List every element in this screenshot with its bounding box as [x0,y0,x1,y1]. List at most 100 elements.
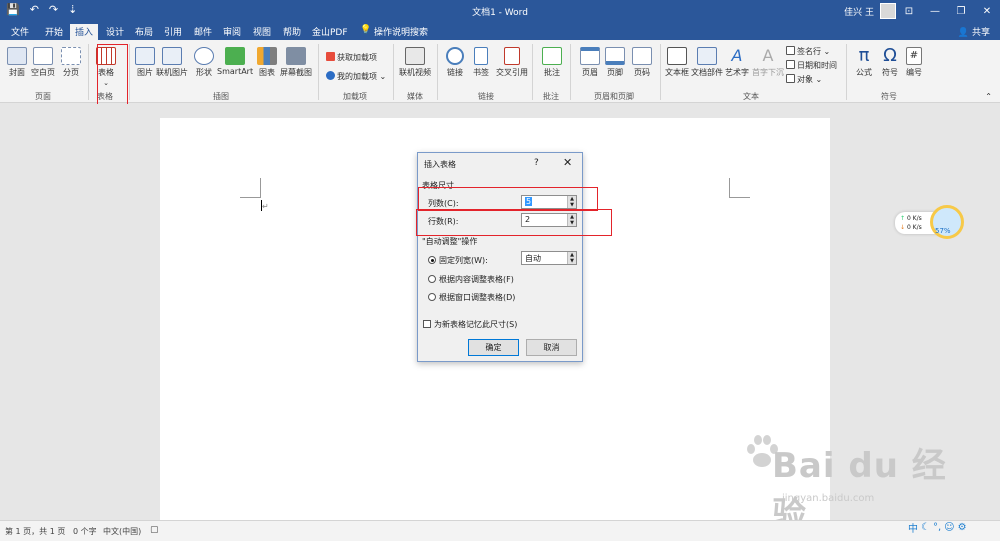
group-label-addins: 加载项 [343,92,367,101]
get-addins-button[interactable]: 获取加载项 [326,52,377,63]
online-pictures-button[interactable]: 联机图片 [156,47,188,78]
group-separator [129,44,130,100]
group-separator [437,44,438,100]
group-label-links: 链接 [478,92,494,101]
margin-corner-mark [729,178,730,198]
wordart-button[interactable]: A 艺术字 [725,47,749,78]
group-label-comments: 批注 [543,92,559,101]
group-label-pages: 页面 [35,92,51,101]
network-speed-widget[interactable]: ↑ 0 K/s ↓ 0 K/s 57% [895,205,970,240]
tab-home[interactable]: 开始 [45,25,63,38]
symbol-button[interactable]: Ω 符号 [880,47,900,78]
shapes-button[interactable]: 形状 [194,47,214,78]
cover-page-button[interactable]: 封面 [7,47,27,78]
help-button[interactable]: ? [534,158,539,168]
title-bar: 💾 ↶ ↷ ⇣ 文档1 - Word 佳兴 王 ⊡ — ❐ ✕ [0,0,1000,22]
drop-cap-button[interactable]: A 首字下沉 [752,47,784,78]
fixed-width-spinner[interactable]: 自动 ▲ ▼ [521,251,577,265]
autofit-window-radio[interactable]: 根据窗口调整表格(D) [428,292,515,303]
chart-icon [257,47,277,65]
tab-file[interactable]: 文件 [11,25,29,38]
chart-button[interactable]: 图表 [257,47,277,78]
macro-record-icon[interactable]: ▢ [150,525,159,535]
minimize-button[interactable]: — [922,0,948,22]
quick-parts-button[interactable]: 文档部件 [691,47,723,78]
page-number-button[interactable]: 页码 [632,47,652,78]
tab-mailings[interactable]: 邮件 [194,25,212,38]
close-button[interactable]: ✕ [974,0,1000,22]
comment-button[interactable]: 批注 [542,47,562,78]
group-label-symbols: 符号 [881,92,897,101]
smartart-button[interactable]: SmartArt [217,47,253,76]
text-box-icon [667,47,687,65]
pictures-button[interactable]: 图片 [135,47,155,78]
word-count[interactable]: 0 个字 [73,526,97,537]
signature-line-button[interactable]: 签名行 ⌄ [786,46,830,57]
page-count[interactable]: 第 1 页，共 1 页 [5,526,65,537]
signature-icon [786,46,795,55]
hash-icon: # [906,47,922,65]
dialog-close-button[interactable]: ✕ [563,156,572,169]
download-speed: 0 K/s [906,224,922,231]
margin-corner-mark [260,178,261,198]
tab-layout[interactable]: 布局 [135,25,153,38]
page-number-icon [632,47,652,65]
insert-table-dialog: 插入表格 ? ✕ 表格尺寸 列数(C): 5 ▲ ▼ 行数(R): 2 ▲ ▼ "自动调… [417,152,583,362]
watermark-url: jingyan.baidu.com [782,493,875,504]
group-separator [393,44,394,100]
tab-references[interactable]: 引用 [164,25,182,38]
header-button[interactable]: 页眉 [580,47,600,78]
page-break-icon [61,47,81,65]
language-indicator[interactable]: 中文(中国) [103,526,141,537]
footer-button[interactable]: 页脚 [605,47,625,78]
link-button[interactable]: 链接 [446,47,464,78]
avatar[interactable] [880,3,896,19]
moon-icon[interactable]: ☾ [921,522,930,533]
memory-percent: 57% [935,227,951,235]
tab-insert[interactable]: 插入 [70,24,99,40]
bookmark-button[interactable]: 书签 [473,47,489,78]
video-icon [405,47,425,65]
spinner-arrows-icon[interactable]: ▲ ▼ [567,252,576,264]
tab-design[interactable]: 设计 [106,25,124,38]
tab-kingsoft-pdf[interactable]: 金山PDF [312,25,348,38]
screenshot-button[interactable]: 屏幕截图 [280,47,312,78]
autofit-section-label: "自动调整"操作 [422,237,478,246]
user-name[interactable]: 佳兴 王 [844,5,874,18]
cross-reference-button[interactable]: 交叉引用 [496,47,528,78]
group-separator [318,44,319,100]
blank-page-button[interactable]: 空白页 [31,47,55,78]
ime-chinese-indicator[interactable]: 中 [908,520,918,535]
punctuation-icon[interactable]: °, [933,522,941,533]
tell-me-search[interactable]: 操作说明搜索 [374,25,428,38]
share-button[interactable]: 👤 共享 [958,25,990,38]
number-button[interactable]: # 编号 [906,47,922,78]
group-label-text: 文本 [743,92,759,101]
ok-button[interactable]: 确定 [468,339,519,356]
collapse-ribbon-icon[interactable]: ⌃ [985,92,992,101]
tab-view[interactable]: 视图 [253,25,271,38]
page-break-button[interactable]: 分页 [61,47,81,78]
share-label: 共享 [971,28,990,38]
tab-help[interactable]: 帮助 [283,25,301,38]
cancel-button[interactable]: 取消 [526,339,577,356]
tab-review[interactable]: 审阅 [223,25,241,38]
fixed-column-width-radio[interactable]: 固定列宽(W): [428,255,488,266]
text-box-button[interactable]: 文本框 [665,47,689,78]
lightbulb-icon: 💡 [360,25,372,35]
date-time-button[interactable]: 日期和时间 [786,60,837,71]
radio-selected-icon [428,256,436,264]
ribbon-tabs: 文件 开始 插入 设计 布局 引用 邮件 审阅 视图 帮助 金山PDF 💡 操作… [0,22,1000,40]
ribbon-display-icon[interactable]: ⊡ [896,0,922,22]
object-button[interactable]: 对象 ⌄ [786,74,822,85]
gear-icon[interactable]: ⚙ [958,522,967,533]
online-video-button[interactable]: 联机视频 [399,47,431,78]
equation-button[interactable]: π 公式 [854,47,874,78]
highlight-box-rows [416,209,612,236]
remember-dimensions-checkbox[interactable]: 为新表格记忆此尺寸(S) [423,319,517,330]
emoji-icon[interactable]: ☺ [944,522,954,533]
my-addins-button[interactable]: 我的加载项 ⌄ [326,71,386,82]
autofit-contents-radio[interactable]: 根据内容调整表格(F) [428,274,514,285]
online-picture-icon [162,47,182,65]
restore-button[interactable]: ❐ [948,0,974,22]
